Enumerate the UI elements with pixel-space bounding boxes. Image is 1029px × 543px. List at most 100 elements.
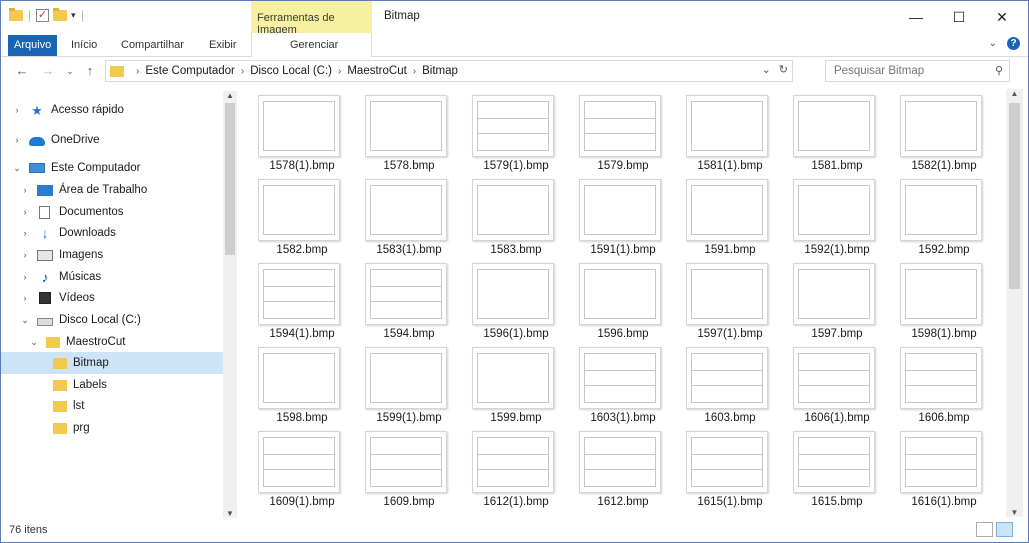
sidebar-item-musicas[interactable]: › ♪ Músicas	[1, 266, 223, 288]
search-box[interactable]: ⚲	[825, 60, 1010, 82]
file-tile[interactable]: 1596(1).bmp	[463, 259, 569, 341]
breadcrumb-maestrocut[interactable]: MaestroCut	[347, 65, 406, 77]
file-tile[interactable]: 1603(1).bmp	[570, 343, 676, 425]
file-tile[interactable]: 1591(1).bmp	[570, 175, 676, 257]
scroll-down-icon[interactable]: ▼	[1006, 508, 1023, 517]
file-tile[interactable]: 1612(1).bmp	[463, 427, 569, 509]
chevron-down-icon[interactable]: ⌄	[19, 315, 31, 326]
up-arrow-icon[interactable]: ↑	[81, 61, 99, 81]
search-icon[interactable]: ⚲	[995, 64, 1003, 77]
file-tile[interactable]: 1578(1).bmp	[249, 91, 355, 173]
breadcrumb-chevron-icon[interactable]: ›	[241, 66, 244, 77]
new-folder-icon[interactable]	[53, 8, 67, 21]
sidebar-item-videos[interactable]: › Vídeos	[1, 287, 223, 309]
breadcrumb-chevron-icon[interactable]: ›	[136, 66, 139, 77]
file-tile[interactable]: 1606(1).bmp	[784, 343, 890, 425]
chevron-down-icon[interactable]: ▾	[71, 10, 76, 21]
file-tile[interactable]: 1606.bmp	[891, 343, 997, 425]
file-tile[interactable]: 1594(1).bmp	[249, 259, 355, 341]
maximize-button[interactable]: ☐	[941, 1, 977, 33]
file-tile[interactable]: 1596.bmp	[570, 259, 676, 341]
tab-compartilhar[interactable]: Compartilhar	[117, 36, 188, 56]
chevron-right-icon[interactable]: ›	[19, 250, 31, 260]
breadcrumb-bitmap[interactable]: Bitmap	[422, 65, 458, 77]
file-tile[interactable]: 1583(1).bmp	[356, 175, 462, 257]
chevron-right-icon[interactable]: ›	[19, 228, 31, 238]
file-tile[interactable]: 1581(1).bmp	[677, 91, 783, 173]
breadcrumb-este-computador[interactable]: Este Computador	[145, 65, 235, 77]
breadcrumb-chevron-icon[interactable]: ›	[413, 66, 416, 77]
file-tile[interactable]: 1591.bmp	[677, 175, 783, 257]
sidebar-item-onedrive[interactable]: › OneDrive	[1, 129, 223, 151]
folder-icon[interactable]	[9, 8, 23, 21]
sidebar-item-este-computador[interactable]: ⌄ Este Computador	[1, 157, 223, 179]
sidebar-scrollbar[interactable]: ▲ ▼	[223, 91, 237, 518]
chevron-right-icon[interactable]: ›	[11, 135, 23, 145]
file-tile[interactable]: 1592(1).bmp	[784, 175, 890, 257]
file-tile[interactable]: 1616(1).bmp	[891, 427, 997, 509]
large-icons-view-icon[interactable]	[996, 522, 1013, 537]
back-arrow-icon[interactable]: ←	[13, 61, 31, 81]
file-tile[interactable]: 1599.bmp	[463, 343, 569, 425]
breadcrumb-disco-local[interactable]: Disco Local (C:)	[250, 65, 332, 77]
file-tile[interactable]: 1609.bmp	[356, 427, 462, 509]
sidebar-item-imagens[interactable]: › Imagens	[1, 244, 223, 266]
chevron-right-icon[interactable]: ›	[19, 272, 31, 282]
breadcrumb-chevron-icon[interactable]: ›	[338, 66, 341, 77]
details-view-icon[interactable]	[976, 522, 993, 537]
file-tile[interactable]: 1609(1).bmp	[249, 427, 355, 509]
content-scrollbar[interactable]: ▲ ▼	[1006, 89, 1023, 517]
file-tile[interactable]: 1592.bmp	[891, 175, 997, 257]
sidebar-item-prg[interactable]: prg	[1, 417, 223, 439]
properties-check-icon[interactable]: ✓	[36, 9, 49, 22]
file-tile[interactable]: 1594.bmp	[356, 259, 462, 341]
chevron-down-icon[interactable]: ⌄	[28, 337, 40, 348]
sidebar-item-maestrocut[interactable]: ⌄ MaestroCut	[1, 331, 223, 353]
content-scrollbar-thumb[interactable]	[1009, 103, 1020, 289]
chevron-right-icon[interactable]: ›	[19, 293, 31, 303]
sidebar-item-documentos[interactable]: › Documentos	[1, 201, 223, 223]
file-tile[interactable]: 1597(1).bmp	[677, 259, 783, 341]
tab-gerenciar[interactable]: Gerenciar	[286, 36, 342, 56]
file-tile[interactable]: 1615(1).bmp	[677, 427, 783, 509]
file-tile[interactable]: 1598(1).bmp	[891, 259, 997, 341]
scroll-up-icon[interactable]: ▲	[223, 91, 237, 100]
search-input[interactable]	[834, 65, 984, 77]
help-icon[interactable]: ?	[1007, 37, 1020, 50]
address-bar[interactable]: › Este Computador › Disco Local (C:) › M…	[105, 60, 793, 82]
file-tile[interactable]: 1578.bmp	[356, 91, 462, 173]
tab-exibir[interactable]: Exibir	[205, 36, 241, 56]
sidebar-item-lst[interactable]: lst	[1, 395, 223, 417]
sidebar-item-bitmap[interactable]: Bitmap	[1, 352, 223, 374]
scroll-up-icon[interactable]: ▲	[1006, 89, 1023, 98]
file-tile[interactable]: 1597.bmp	[784, 259, 890, 341]
close-button[interactable]: ✕	[984, 1, 1020, 33]
sidebar-scrollbar-thumb[interactable]	[225, 103, 235, 255]
address-history-chevron-icon[interactable]: ⌄	[762, 63, 771, 76]
file-tile[interactable]: 1579(1).bmp	[463, 91, 569, 173]
sidebar-item-area-de-trabalho[interactable]: › Área de Trabalho	[1, 179, 223, 201]
file-tile[interactable]: 1579.bmp	[570, 91, 676, 173]
chevron-right-icon[interactable]: ›	[11, 105, 23, 115]
sidebar-item-labels[interactable]: Labels	[1, 374, 223, 396]
file-tile[interactable]: 1615.bmp	[784, 427, 890, 509]
file-tile[interactable]: 1603.bmp	[677, 343, 783, 425]
forward-arrow-icon[interactable]: →	[39, 61, 57, 81]
tab-arquivo[interactable]: Arquivo	[8, 35, 58, 56]
scroll-down-icon[interactable]: ▼	[223, 509, 237, 518]
file-tile[interactable]: 1581.bmp	[784, 91, 890, 173]
file-tile[interactable]: 1582(1).bmp	[891, 91, 997, 173]
file-tile[interactable]: 1583.bmp	[463, 175, 569, 257]
sidebar-item-downloads[interactable]: › ↓ Downloads	[1, 222, 223, 244]
minimize-button[interactable]: —	[898, 1, 934, 33]
chevron-right-icon[interactable]: ›	[19, 207, 31, 217]
file-tile[interactable]: 1599(1).bmp	[356, 343, 462, 425]
tab-inicio[interactable]: Início	[67, 36, 101, 56]
sidebar-item-disco-local[interactable]: ⌄ Disco Local (C:)	[1, 309, 223, 331]
file-tile[interactable]: 1598.bmp	[249, 343, 355, 425]
file-tile[interactable]: 1582.bmp	[249, 175, 355, 257]
chevron-down-icon[interactable]: ⌄	[11, 163, 23, 174]
recent-locations-icon[interactable]: ⌄	[61, 61, 79, 81]
refresh-icon[interactable]: ↻	[779, 63, 788, 76]
chevron-right-icon[interactable]: ›	[19, 185, 31, 195]
